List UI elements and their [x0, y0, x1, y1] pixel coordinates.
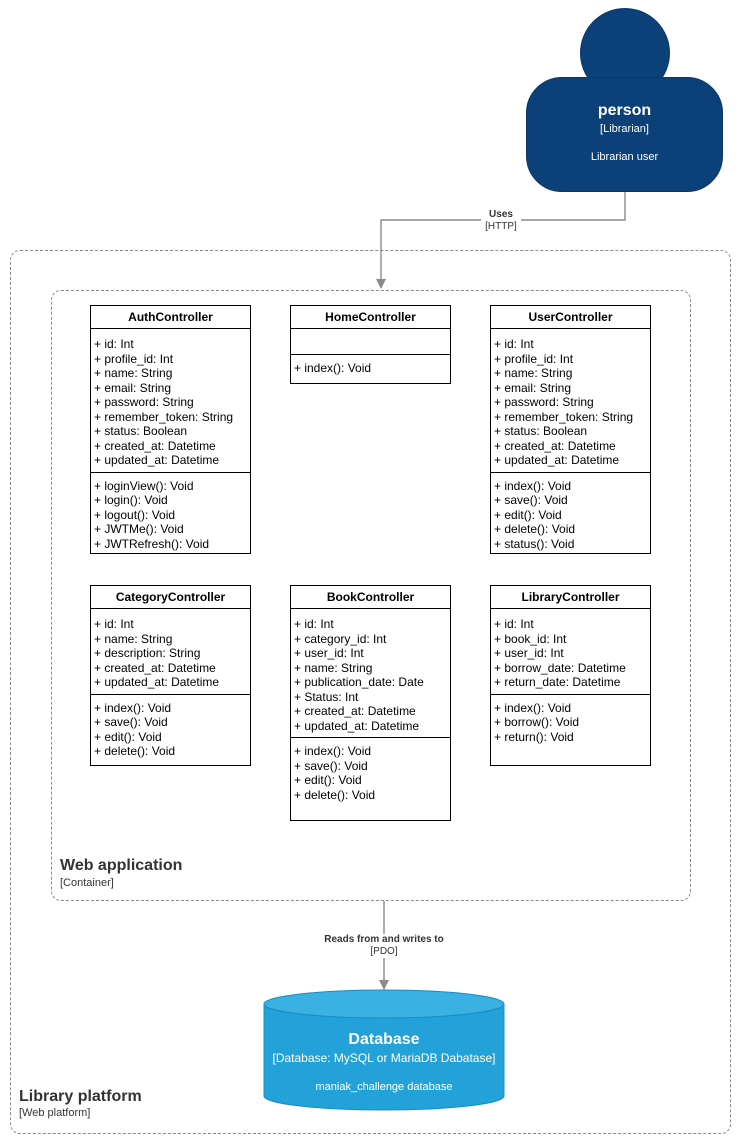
database-description: maniak_challenge database: [315, 1081, 453, 1093]
database-type: [Database: MySQL or MariaDB Dabatase]: [272, 1051, 496, 1065]
database-title: Database: [348, 1031, 420, 1048]
database-cylinder: [263, 989, 505, 1111]
